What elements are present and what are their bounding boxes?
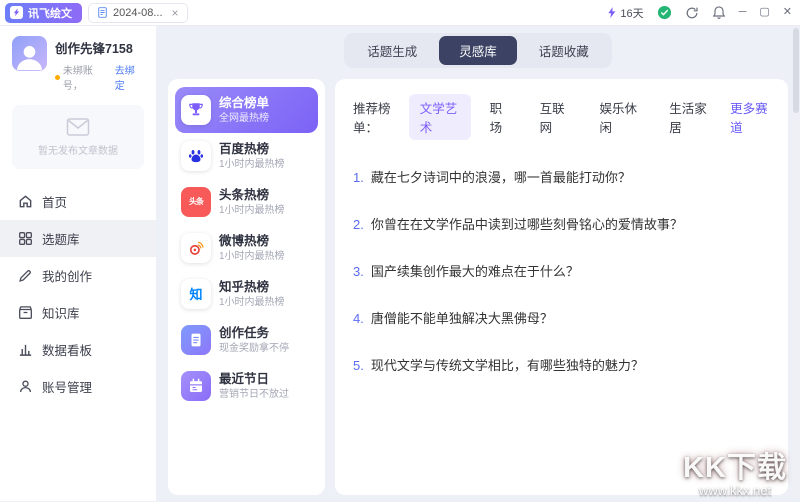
app-window: 讯飞绘文 2024-08... × 16天 ─ ▢ ✕ [0,0,800,502]
tab-topic-favorites[interactable]: 话题收藏 [519,36,609,65]
topic-text: 唐僧能不能单独解决大黑佛母？ [371,311,553,328]
document-tab-label: 2024-08... [113,7,163,19]
topic-number: 2. [353,217,364,234]
topic-number: 1. [353,170,364,187]
board-item-weibo[interactable]: 微博热榜1小时内最热榜 [175,225,318,271]
sidebar-item-home[interactable]: 首页 [0,183,156,220]
archive-box-icon [18,305,33,320]
minimize-button[interactable]: ─ [739,7,747,18]
topic-item-2[interactable]: 2. 你曾在在文学作品中读到过哪些刻骨铭心的爱情故事？ [353,217,770,234]
sidebar: 创作先锋7158 未绑账号， 去绑定 暂无发布文章数据 首页 [0,26,156,501]
close-button[interactable]: ✕ [783,7,792,18]
sidebar-item-knowledge-base[interactable]: 知识库 [0,294,156,331]
zhihu-icon: 知 [181,279,211,309]
toutiao-icon: 头条 [181,187,211,217]
topic-number: 5. [353,358,364,375]
sidebar-item-my-creations[interactable]: 我的创作 [0,257,156,294]
bar-chart-icon [18,342,33,357]
baidu-paw-icon [181,141,211,171]
trial-days-badge[interactable]: 16天 [606,5,643,21]
board-item-zhihu[interactable]: 知 知乎热榜1小时内最热榜 [175,271,318,317]
bind-account-link[interactable]: 去绑定 [115,62,144,92]
board-item-baidu[interactable]: 百度热榜1小时内最热榜 [175,133,318,179]
calendar-icon [181,371,211,401]
topic-text: 国产续集创作最大的难点在于什么？ [371,264,579,281]
username: 创作先锋7158 [55,36,144,57]
sidebar-item-dashboard[interactable]: 数据看板 [0,331,156,368]
topic-text: 藏在七夕诗词中的浪漫，哪一首最能打动你？ [371,170,631,187]
topic-number: 3. [353,264,364,281]
titlebar: 讯飞绘文 2024-08... × 16天 ─ ▢ ✕ [0,0,800,26]
sidebar-nav: 首页 选题库 我的创作 知识库 数据看板 [0,183,156,405]
category-literature[interactable]: 文学艺术 [409,94,471,140]
category-career[interactable]: 职场 [479,94,521,140]
board-item-festivals[interactable]: 最近节日营销节日不放过 [175,363,318,409]
board-item-toutiao[interactable]: 头条 头条热榜1小时内最热榜 [175,179,318,225]
avatar[interactable] [12,36,47,71]
scrollbar-thumb[interactable] [793,28,799,113]
tab-topic-generate[interactable]: 话题生成 [347,36,437,65]
window-scrollbar[interactable] [793,28,799,499]
document-icon [97,6,108,19]
topic-item-1[interactable]: 1. 藏在七夕诗词中的浪漫，哪一首最能打动你？ [353,170,770,187]
app-tab[interactable]: 讯飞绘文 [5,3,82,23]
grid-icon [18,231,33,246]
topic-text: 你曾在在文学作品中读到过哪些刻骨铭心的爱情故事？ [371,217,683,234]
maximize-button[interactable]: ▢ [759,7,769,18]
category-lifestyle[interactable]: 生活家居 [658,94,720,140]
topics-panel: 推荐榜单： 文学艺术 职场 互联网 娱乐休闲 生活家居 更多赛道 1. 藏在七夕… [335,79,788,495]
bell-icon[interactable] [712,5,726,20]
recommend-label: 推荐榜单： [353,98,403,136]
category-internet[interactable]: 互联网 [529,94,581,140]
board-item-tasks[interactable]: 创作任务现金奖励拿不停 [175,317,318,363]
sidebar-item-account[interactable]: 账号管理 [0,368,156,405]
board-item-composite[interactable]: 综合榜单全网最热榜 [175,87,318,133]
topic-number: 4. [353,311,364,328]
titlebar-actions: 16天 ─ ▢ ✕ [606,5,792,21]
app-logo-icon [10,6,23,19]
app-tab-label: 讯飞绘文 [28,5,72,21]
topic-item-3[interactable]: 3. 国产续集创作最大的难点在于什么？ [353,264,770,281]
main-area: 话题生成 灵感库 话题收藏 综合榜单全网最热榜 [156,26,800,501]
empty-articles-card: 暂无发布文章数据 [12,105,144,169]
category-filter-row: 推荐榜单： 文学艺术 职场 互联网 娱乐休闲 生活家居 更多赛道 [353,94,770,140]
topic-item-5[interactable]: 5. 现代文学与传统文学相比，有哪些独特的魅力？ [353,358,770,375]
weibo-icon [181,233,211,263]
refresh-icon[interactable] [685,6,699,20]
empty-articles-text: 暂无发布文章数据 [38,142,118,157]
tab-inspiration-library[interactable]: 灵感库 [439,36,517,65]
person-icon [18,379,33,394]
unbound-status-dot [55,75,60,80]
verified-check-icon[interactable] [657,5,672,20]
document-tab[interactable]: 2024-08... × [88,3,188,23]
envelope-icon [65,117,91,137]
category-entertainment[interactable]: 娱乐休闲 [588,94,650,140]
sidebar-item-topic-library[interactable]: 选题库 [0,220,156,257]
lightning-icon [606,6,617,19]
pen-icon [18,268,33,283]
task-doc-icon [181,325,211,355]
trophy-icon [181,95,211,125]
topic-item-4[interactable]: 4. 唐僧能不能单独解决大黑佛母？ [353,311,770,328]
hot-boards-panel: 综合榜单全网最热榜 百度热榜1小时内最热榜 头条 头条热榜1小时内最热榜 [168,79,325,495]
more-categories-link[interactable]: 更多赛道 [730,98,770,136]
bind-status-text: 未绑账号， [63,62,112,92]
close-tab-icon[interactable]: × [172,6,179,20]
profile-block: 创作先锋7158 未绑账号， 去绑定 [12,36,144,92]
topic-text: 现代文学与传统文学相比，有哪些独特的魅力？ [371,358,644,375]
home-icon [18,194,33,209]
top-tabs: 话题生成 灵感库 话题收藏 [344,33,612,68]
